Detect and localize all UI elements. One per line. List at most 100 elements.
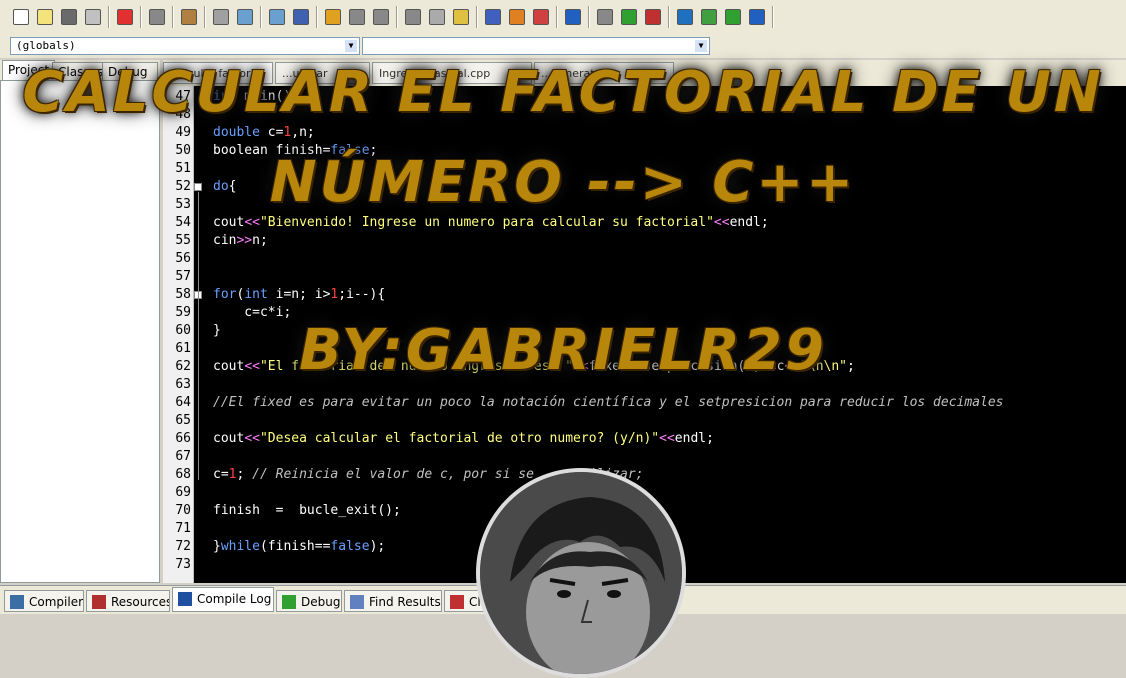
tab-find-results[interactable]: Find Results (344, 590, 442, 612)
overlay-title-line1: CALCULAR EL FACTORIAL DE UN (22, 60, 1104, 125)
stop-button[interactable] (746, 6, 768, 28)
code-text: //El fixed es para evitar un poco la not… (213, 395, 1004, 410)
rebuild-button[interactable] (618, 6, 640, 28)
profile-icon (645, 9, 661, 25)
open-file-icon (37, 9, 53, 25)
undo-icon (181, 9, 197, 25)
toolbar-separator (588, 6, 590, 28)
line-number: 71 (175, 521, 191, 536)
toolbar-layout-button[interactable] (530, 6, 552, 28)
code-text: cout<<"Desea calcular el factorial de ot… (213, 431, 714, 446)
class-browser-button[interactable] (506, 6, 528, 28)
line-number: 70 (175, 503, 191, 518)
undo-button[interactable] (178, 6, 200, 28)
tab-label: Find Results (369, 595, 441, 609)
redo-button[interactable] (210, 6, 232, 28)
tab-resources[interactable]: Resources (86, 590, 170, 612)
cartoon-face-icon (480, 472, 682, 674)
find-button[interactable] (234, 6, 256, 28)
unindent-button[interactable] (322, 6, 344, 28)
code-line[interactable]: 66 cout<<"Desea calcular el factorial de … (163, 430, 1126, 448)
project-options-icon (485, 9, 501, 25)
code-line[interactable]: 64 //El fixed es para evitar un poco la n… (163, 394, 1126, 412)
tab-label: Debug (301, 595, 341, 609)
print-icon (149, 9, 165, 25)
tab-compiler[interactable]: Compiler (4, 590, 84, 612)
toolbar-separator (140, 6, 142, 28)
code-line[interactable]: 58 for(int i=n; i>1;i--){ (163, 286, 1126, 304)
overlay-author: BY:GABRIELR29 (299, 318, 827, 383)
tab-compile-log[interactable]: Compile Log (172, 587, 274, 612)
bookmark-next-button[interactable] (402, 6, 424, 28)
find-results-icon (350, 595, 364, 609)
bookmark-next-icon (405, 9, 421, 25)
code-line[interactable]: 56 (163, 250, 1126, 268)
toolbar-separator (556, 6, 558, 28)
class-browser-icon (509, 9, 525, 25)
code-line[interactable]: 68 c=1; // Reinicia el valor de c, por si… (163, 466, 1126, 484)
unindent-icon (325, 9, 341, 25)
check-syntax-button[interactable] (698, 6, 720, 28)
close-icon (450, 595, 464, 609)
bookmark-prev-button[interactable] (370, 6, 392, 28)
code-line[interactable]: 57 (163, 268, 1126, 286)
member-select[interactable]: ▼ (362, 37, 710, 55)
debug-button[interactable] (674, 6, 696, 28)
run-button[interactable] (722, 6, 744, 28)
goto-line-button[interactable] (426, 6, 448, 28)
toolbar-separator (204, 6, 206, 28)
save-all-button[interactable] (82, 6, 104, 28)
replace-button[interactable] (266, 6, 288, 28)
tab-debug[interactable]: Debug (276, 590, 342, 612)
resources-icon (92, 595, 106, 609)
tab-label: Resources (111, 595, 170, 609)
line-number: 54 (175, 215, 191, 230)
code-text: cout<<"Bienvenido! Ingrese un numero par… (213, 215, 769, 230)
code-text: }while(finish==false); (213, 539, 386, 554)
line-number: 49 (175, 125, 191, 140)
avatar (476, 468, 686, 678)
toolbar-separator (316, 6, 318, 28)
clean-button[interactable] (594, 6, 616, 28)
toolbar-separator (260, 6, 262, 28)
compile-icon (565, 9, 581, 25)
new-project-button[interactable] (450, 6, 472, 28)
code-line[interactable]: 54 cout<<"Bienvenido! Ingrese un numero p… (163, 214, 1126, 232)
indent-icon (293, 9, 309, 25)
save-button[interactable] (58, 6, 80, 28)
find-icon (237, 9, 253, 25)
line-number: 65 (175, 413, 191, 428)
print-button[interactable] (146, 6, 168, 28)
toolbar-separator (172, 6, 174, 28)
code-line[interactable]: 67 (163, 448, 1126, 466)
close-file-button[interactable] (114, 6, 136, 28)
compile-button[interactable] (562, 6, 584, 28)
debug-icon (282, 595, 296, 609)
new-file-button[interactable] (10, 6, 32, 28)
indent-button[interactable] (290, 6, 312, 28)
tab-label: Compile Log (197, 592, 272, 606)
stop-icon (749, 9, 765, 25)
code-text: double c=1,n; (213, 125, 315, 140)
line-number: 64 (175, 395, 191, 410)
scope-select-value: (globals) (16, 39, 76, 52)
open-file-button[interactable] (34, 6, 56, 28)
code-line[interactable]: 55 cin>>n; (163, 232, 1126, 250)
line-number: 66 (175, 431, 191, 446)
line-number: 58 (175, 287, 191, 302)
code-line[interactable]: 49 double c=1,n; (163, 124, 1126, 142)
toolbar-separator (476, 6, 478, 28)
chevron-down-icon: ▼ (345, 40, 357, 52)
scope-select[interactable]: (globals) ▼ (10, 37, 360, 55)
debug-icon (677, 9, 693, 25)
toolbar-separator (108, 6, 110, 28)
tab-label: Compiler (29, 595, 84, 609)
scope-bar: (globals) ▼ ▼ (0, 36, 1126, 58)
profile-button[interactable] (642, 6, 664, 28)
main-toolbar (0, 0, 1126, 37)
chevron-down-icon: ▼ (695, 40, 707, 52)
bookmark-toggle-button[interactable] (346, 6, 368, 28)
project-options-button[interactable] (482, 6, 504, 28)
code-line[interactable]: 65 (163, 412, 1126, 430)
line-number: 72 (175, 539, 191, 554)
